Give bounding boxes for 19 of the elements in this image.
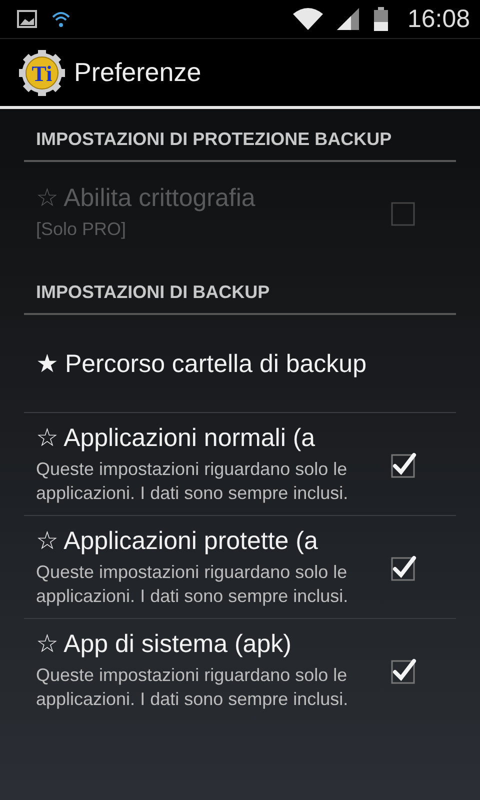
- setting-summary: [Solo PRO]: [36, 218, 128, 241]
- setting-summary: Queste impostazioni riguardano solo le applicazioni. I dati sono sempre inclusi.: [36, 561, 350, 608]
- section-header: IMPOSTAZIONI DI PROTEZIONE BACKUP: [24, 109, 456, 162]
- picture-icon: [17, 9, 37, 29]
- setting-title: ☆ App di sistema (apk): [36, 629, 292, 659]
- section-header: IMPOSTAZIONI DI BACKUP: [24, 262, 456, 315]
- cell-signal-icon: [337, 8, 360, 30]
- clock: 16:08: [407, 4, 470, 34]
- setting-title: ☆ Applicazioni normali (a: [36, 423, 316, 453]
- setting-title: ☆ Applicazioni protette (a: [36, 526, 319, 556]
- screen-title: Preferenze: [74, 57, 202, 88]
- app-logo: Ti: [18, 48, 66, 96]
- setting-summary: Queste impostazioni riguardano solo le applicazioni. I dati sono sempre inclusi.: [36, 664, 350, 711]
- wifi-signal-icon: [293, 8, 324, 30]
- setting-title: ☆ Abilita crittografia: [36, 183, 256, 213]
- battery-icon: [373, 7, 390, 31]
- setting-title[interactable]: ★ Percorso cartella di backup: [36, 348, 444, 378]
- wifi-icon: [51, 9, 71, 29]
- setting-summary: Queste impostazioni riguardano solo le applicazioni. I dati sono sempre inclusi.: [36, 458, 350, 505]
